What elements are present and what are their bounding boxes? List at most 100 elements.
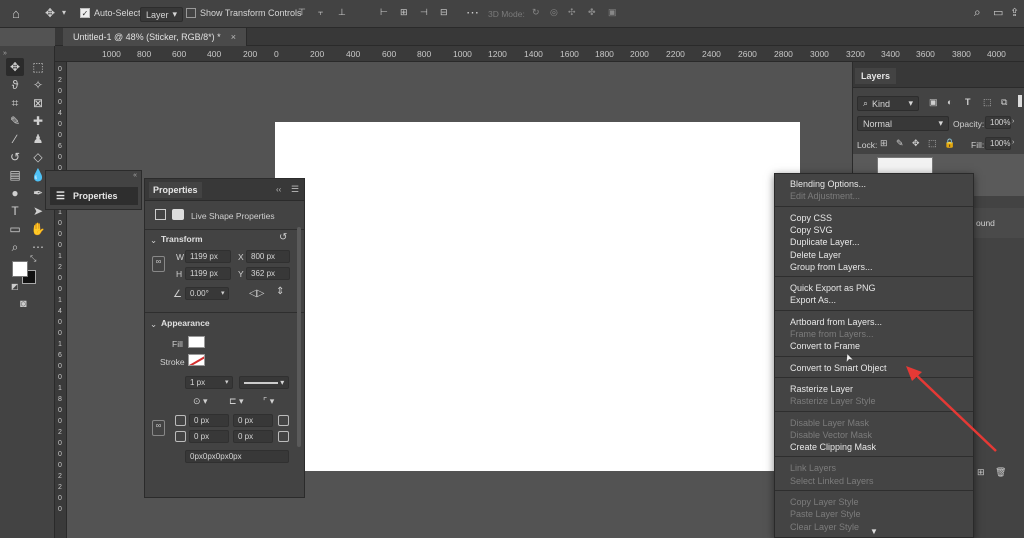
auto-select-checkbox[interactable]: ✓ Auto-Select: [80, 8, 143, 18]
rectangle-tool-icon[interactable]: ▭ [6, 220, 24, 238]
magic-wand-tool-icon[interactable]: ✧ [29, 76, 47, 94]
menu-item[interactable]: Quick Export as PNG [790, 283, 876, 293]
menu-item[interactable]: Delete Layer [790, 250, 841, 260]
chevron-right-icon[interactable]: › [1012, 118, 1014, 125]
show-transform-checkbox[interactable]: Show Transform Controls [186, 8, 302, 18]
3d-scale-icon[interactable]: ▣ [608, 7, 617, 18]
align-bottom-icon[interactable]: ⊥ [338, 7, 346, 18]
align-left-icon[interactable]: ⊢ [380, 7, 388, 18]
default-colors-icon[interactable]: ◩ [11, 282, 19, 291]
corner-tl-field[interactable]: 0 px [189, 414, 229, 427]
crop-tool-icon[interactable]: ⌗ [6, 94, 24, 112]
panel-menu-icon[interactable]: ☰ [291, 184, 299, 195]
stroke-corners-icon[interactable]: ⌜ ▾ [263, 396, 274, 407]
menu-item[interactable]: Rasterize Layer [790, 384, 853, 394]
filter-pixel-icon[interactable]: ▣ [929, 97, 938, 108]
swap-colors-icon[interactable]: ⤡ [30, 254, 36, 264]
lock-image-icon[interactable]: ✎ [896, 138, 904, 149]
properties-panel-tab[interactable]: Properties [149, 182, 202, 198]
chevron-down-icon[interactable]: ▾ [62, 8, 66, 17]
3d-slide-icon[interactable]: ✤ [588, 7, 596, 18]
dodge-tool-icon[interactable]: ● [6, 184, 24, 202]
align-right-icon[interactable]: ⊣ [420, 7, 428, 18]
link-corners-icon[interactable]: ∞ [152, 420, 165, 436]
search-icon[interactable]: ⌕ [974, 5, 981, 20]
properties-panel-button[interactable]: ☰ Properties [50, 187, 138, 205]
hand-tool-icon[interactable]: ✋ [29, 220, 47, 238]
link-dimensions-icon[interactable]: ∞ [152, 256, 165, 272]
menu-item[interactable]: Artboard from Layers... [790, 317, 882, 327]
collapse-icon[interactable]: ‹‹ [276, 185, 281, 194]
auto-select-dropdown[interactable]: Layer ▾ [140, 7, 184, 22]
eraser-tool-icon[interactable]: ◇ [29, 148, 47, 166]
fill-swatch[interactable] [188, 336, 205, 348]
x-field[interactable]: 800 px [246, 250, 290, 263]
align-top-icon[interactable]: ⊤ [298, 7, 306, 18]
corner-br-field[interactable]: 0 px [233, 430, 273, 443]
history-brush-tool-icon[interactable]: ↺ [6, 148, 24, 166]
stroke-align-icon[interactable]: ⊙ ▾ [193, 396, 208, 407]
menu-item[interactable]: Blending Options... [790, 179, 866, 189]
menu-item[interactable]: Convert to Frame [790, 341, 860, 351]
stroke-swatch[interactable] [188, 354, 205, 366]
reset-transform-icon[interactable]: ↺ [279, 232, 287, 243]
stroke-style-dropdown[interactable]: ▾ [239, 376, 289, 389]
lasso-tool-icon[interactable]: ϑ [6, 76, 24, 94]
menu-item[interactable]: Copy CSS [790, 213, 832, 223]
expand-panels-icon[interactable]: « [133, 172, 137, 179]
frame-tool-icon[interactable]: ⊠ [29, 94, 47, 112]
width-field[interactable]: 1199 px [185, 250, 231, 263]
move-tool-icon[interactable]: ✥ [45, 6, 55, 20]
align-vcenter-icon[interactable]: ⫟ [318, 7, 323, 18]
chevron-right-icon[interactable]: › [1012, 139, 1014, 146]
blend-mode-dropdown[interactable]: Normal ▾ [857, 116, 949, 131]
3d-roll-icon[interactable]: ◎ [550, 7, 558, 18]
more-options-icon[interactable]: ⋯ [466, 5, 479, 21]
foreground-color-swatch[interactable] [12, 261, 28, 277]
lock-transparent-icon[interactable]: ⊞ [880, 138, 888, 149]
gradient-tool-icon[interactable]: ▤ [6, 166, 24, 184]
clone-stamp-tool-icon[interactable]: ♟ [29, 130, 47, 148]
home-icon[interactable]: ⌂ [12, 6, 20, 21]
new-layer-icon[interactable]: ⊞ [977, 467, 985, 478]
lock-position-icon[interactable]: ✥ [912, 138, 920, 149]
filter-type-icon[interactable]: T [965, 97, 971, 107]
fill-field[interactable]: 100% [985, 137, 1011, 150]
zoom-tool-icon[interactable]: ⌕ [6, 238, 24, 256]
document-canvas[interactable] [275, 122, 800, 471]
healing-brush-tool-icon[interactable]: ✚ [29, 112, 47, 130]
menu-item[interactable]: Copy SVG [790, 225, 833, 235]
properties-scrollbar[interactable] [297, 227, 301, 447]
menu-item[interactable]: Duplicate Layer... [790, 237, 860, 247]
chevron-down-icon[interactable]: ▾ [221, 289, 225, 297]
close-icon[interactable]: × [231, 32, 236, 42]
layer-filter-dropdown[interactable]: ⌕ Kind ▾ [857, 96, 919, 111]
menu-item[interactable]: Group from Layers... [790, 262, 873, 272]
brush-tool-icon[interactable]: ∕ [6, 130, 24, 148]
filter-shape-icon[interactable]: ⬚ [983, 97, 992, 108]
corners-combined-field[interactable]: 0px0px0px0px [185, 450, 289, 463]
distribute-icon[interactable]: ⊟ [440, 7, 448, 18]
marquee-tool-icon[interactable]: ⬚ [29, 58, 47, 76]
layers-tab[interactable]: Layers [855, 68, 897, 84]
quick-mask-icon[interactable]: ◙ [20, 298, 27, 310]
menu-item[interactable]: Convert to Smart Object [790, 363, 887, 373]
collapse-toolbar-icon[interactable]: » [3, 50, 7, 57]
type-tool-icon[interactable]: T [6, 202, 24, 220]
filter-smart-object-icon[interactable]: ⧉ [1001, 97, 1007, 108]
lock-artboard-icon[interactable]: ⬚ [928, 138, 937, 149]
3d-rotate-icon[interactable]: ↻ [532, 7, 540, 18]
stroke-caps-icon[interactable]: ⊏ ▾ [229, 396, 244, 407]
appearance-heading[interactable]: Appearance [161, 318, 210, 328]
scroll-down-icon[interactable]: ▼ [870, 527, 878, 536]
share-icon[interactable]: ⇪ [1010, 6, 1019, 19]
filter-adjustment-icon[interactable]: ◐ [947, 97, 952, 107]
align-hcenter-icon[interactable]: ⊞ [400, 7, 408, 18]
flip-horizontal-icon[interactable]: ◁▷ [249, 288, 264, 299]
lock-all-icon[interactable]: 🔒 [944, 138, 955, 149]
chevron-down-icon[interactable]: ⌄ [150, 235, 157, 246]
flip-vertical-icon[interactable]: ⇕ [276, 286, 284, 297]
corner-tr-field[interactable]: 0 px [233, 414, 273, 427]
chevron-down-icon[interactable]: ⌄ [150, 319, 157, 330]
menu-item[interactable]: Export As... [790, 295, 836, 305]
